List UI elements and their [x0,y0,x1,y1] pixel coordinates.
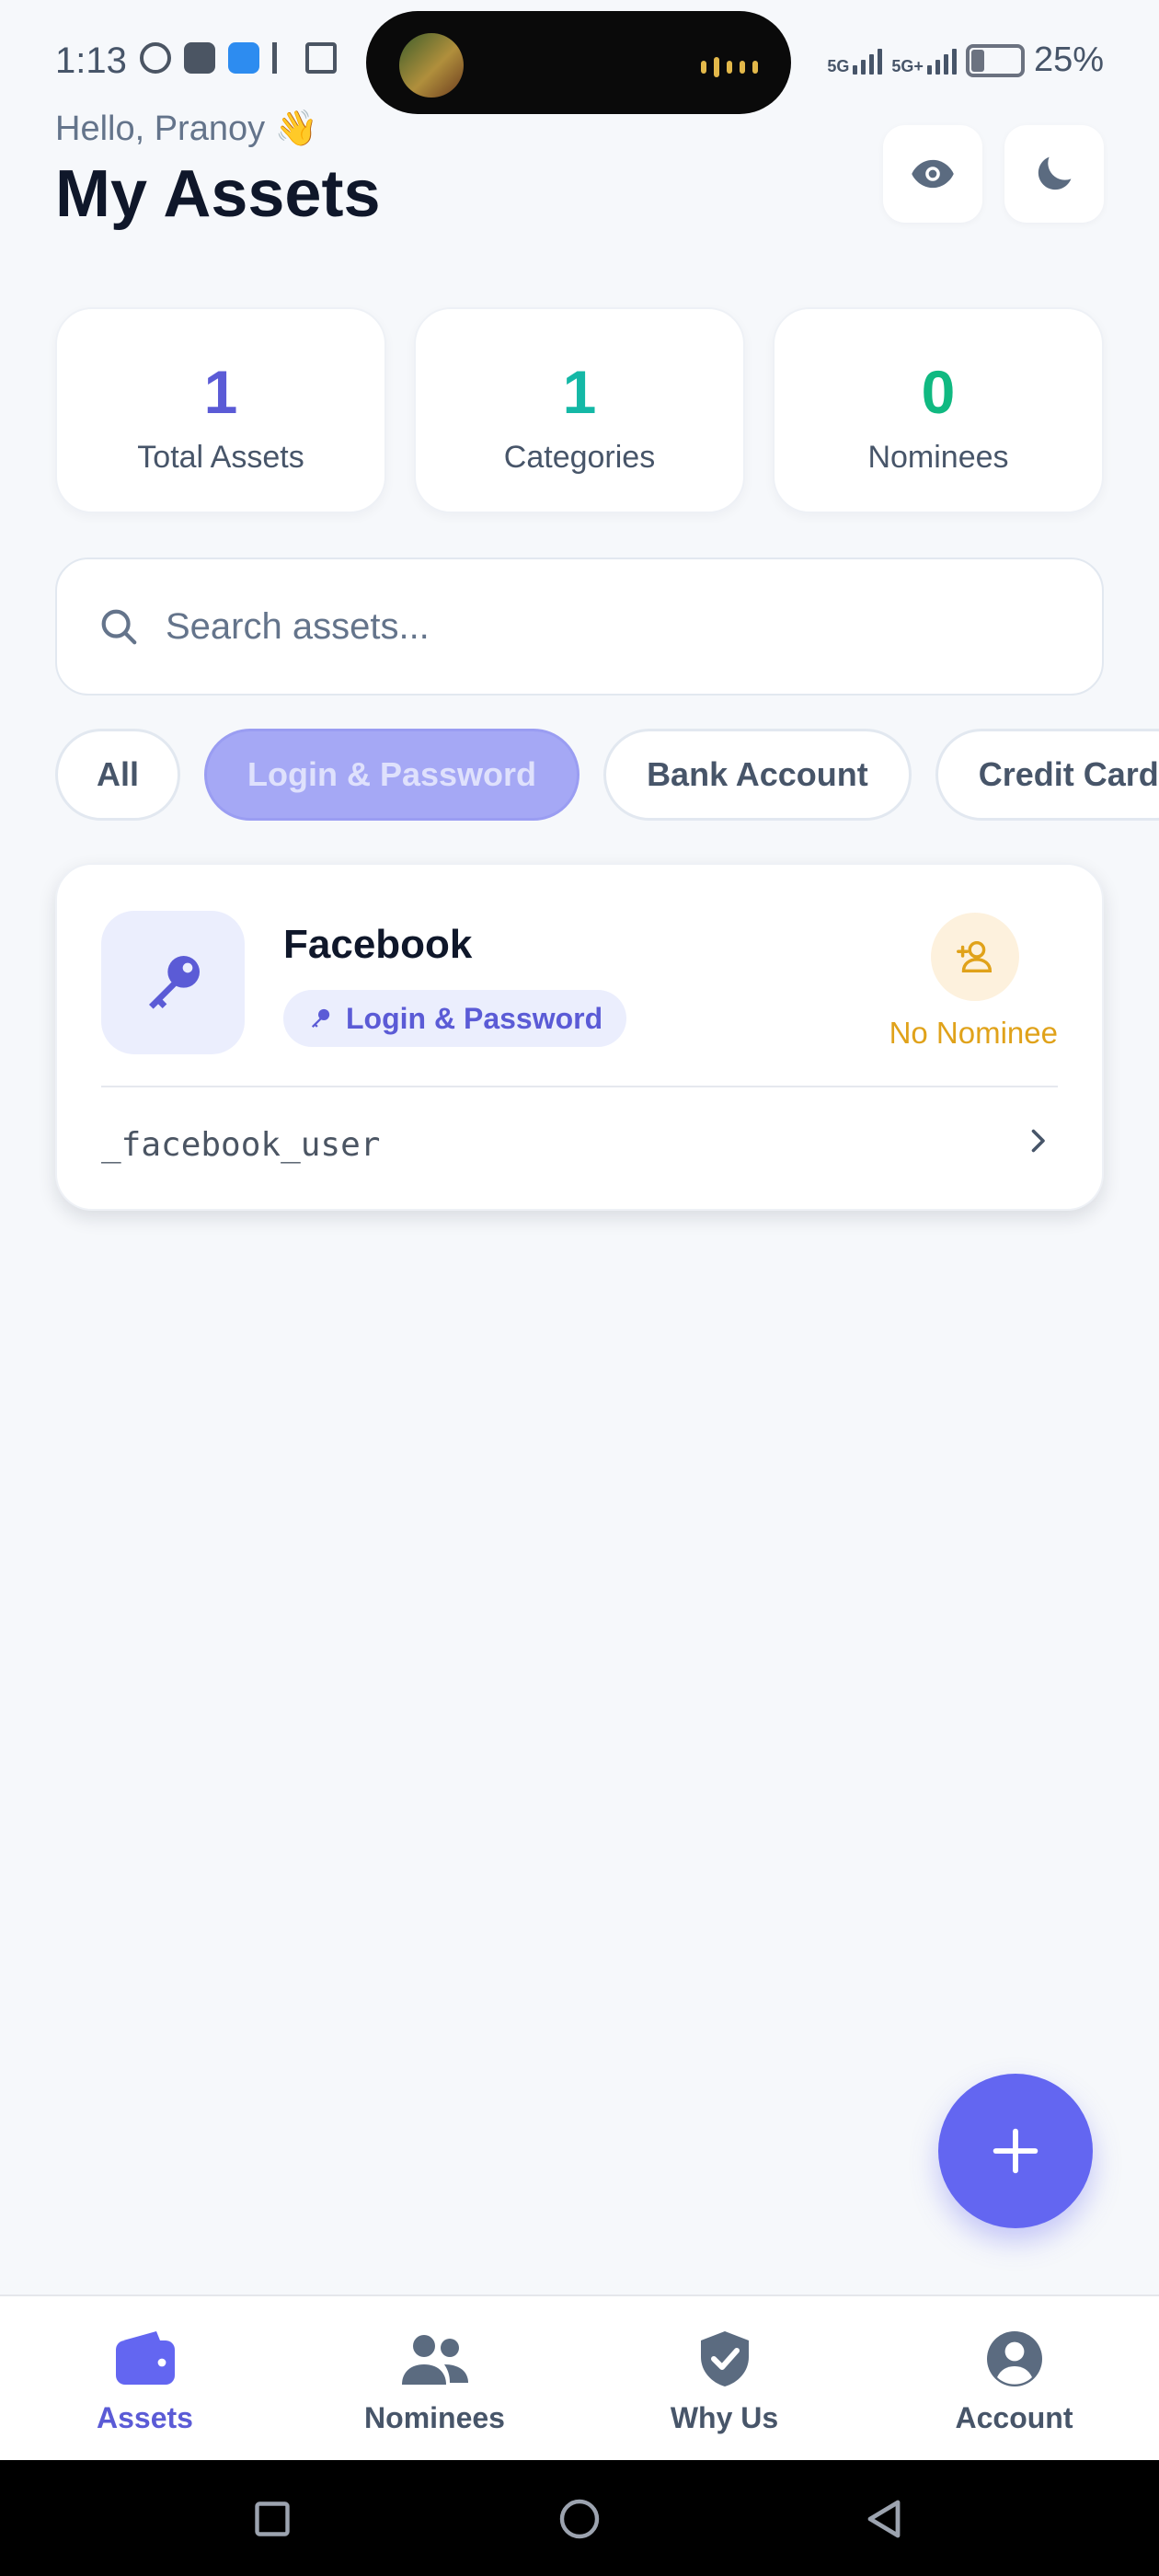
status-right: 5G 5G+ 25% [827,40,1104,80]
home-icon[interactable] [557,2497,602,2541]
asset-username: _facebook_user [101,1126,381,1164]
audio-visualizer-icon [701,57,758,77]
asset-card[interactable]: Facebook Login & Password No Nominee _fa… [55,863,1104,1211]
user-plus-icon [957,940,993,973]
media-thumbnail [399,33,464,98]
greeting: Hello, Pranoy 👋 [55,109,318,148]
nav-item-nominees[interactable]: Nominees [290,2296,580,2460]
network-label-1: 5G [827,56,850,75]
notification-icons [140,42,337,74]
add-nominee-button[interactable] [931,913,1019,1001]
shield-check-icon [700,2331,749,2386]
add-asset-button[interactable] [938,2074,1093,2228]
stat-total-assets: 1 Total Assets [55,307,386,513]
stats-row: 1 Total Assets 1 Categories 0 Nominees [55,307,1104,513]
stat-label: Nominees [867,440,1009,475]
recents-icon[interactable] [252,2499,293,2539]
nominee-status: No Nominee [889,1016,1058,1050]
filter-chip-bank-account[interactable]: Bank Account [603,729,912,821]
plus-icon [993,2128,1039,2174]
signal-1-icon: 5G [827,47,883,75]
nav-item-assets[interactable]: Assets [0,2296,290,2460]
asset-category-label: Login & Password [346,1001,603,1035]
search-input[interactable] [166,605,993,648]
key-icon [149,956,200,1009]
nav-label: Assets [97,2401,193,2434]
search-icon [101,609,137,645]
back-icon[interactable] [863,2497,907,2541]
signal-2-icon: 5G+ [891,47,957,75]
users-icon [401,2335,468,2385]
user-circle-icon [986,2331,1042,2386]
key-icon [311,1008,330,1029]
stat-nominees: 0 Nominees [773,307,1104,513]
stat-categories: 1 Categories [414,307,745,513]
eye-icon [912,159,954,189]
stat-value: 1 [203,358,238,426]
theme-toggle-button[interactable] [1004,125,1104,223]
filter-chip-login-password[interactable]: Login & Password [204,729,580,821]
nav-label: Account [955,2401,1073,2434]
moon-icon [1038,156,1072,190]
nav-label: Why Us [670,2401,779,2434]
asset-category-badge: Login & Password [283,990,627,1047]
filter-chip-all[interactable]: All [55,729,181,821]
battery-icon [965,43,1025,77]
stat-label: Categories [503,440,656,475]
page-title: My Assets [55,157,381,231]
search-bar[interactable] [55,558,1104,696]
filter-chip-credit-card[interactable]: Credit Card [935,729,1159,821]
stat-label: Total Assets [137,440,304,475]
nav-label: Nominees [364,2401,505,2434]
toggle-visibility-button[interactable] [883,125,982,223]
asset-icon-tile [101,911,245,1054]
nav-item-why-us[interactable]: Why Us [580,2296,869,2460]
network-label-2: 5G+ [891,56,924,75]
wallet-icon [115,2331,175,2385]
system-nav-bar [0,2460,1159,2576]
nav-item-account[interactable]: Account [869,2296,1159,2460]
asset-name: Facebook [283,922,473,967]
chevron-right-icon[interactable] [1021,1124,1054,1157]
gmail-icon [184,42,215,74]
whatsapp-icon [140,42,171,74]
status-time: 1:13 [55,40,127,81]
stat-value: 1 [562,358,597,426]
status-bar: 1:13 5G 5G+ 25% [0,0,1159,120]
battery-percent: 25% [1033,40,1104,79]
bottom-nav: Assets Nominees Why Us Account [0,2294,1159,2460]
phonepe-icon [272,42,293,74]
app-icon [228,42,259,74]
mail-icon [305,42,337,74]
dynamic-island [366,11,791,114]
card-divider [101,1086,1058,1087]
stat-value: 0 [921,358,956,426]
category-filters: All Login & Password Bank Account Credit… [55,729,1159,821]
